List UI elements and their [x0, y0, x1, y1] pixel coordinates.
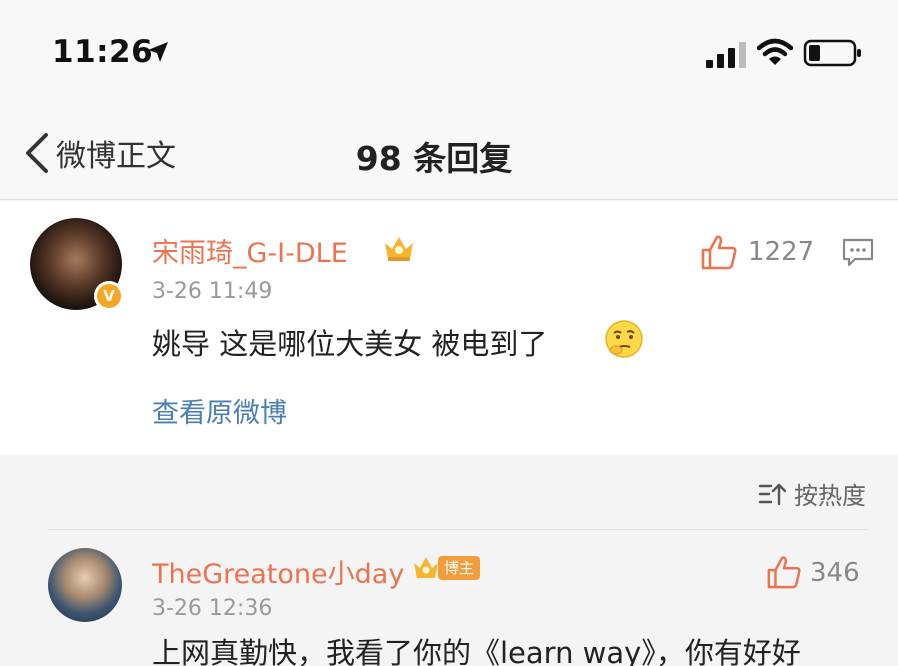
comment-username[interactable]: 宋雨琦_G-I-DLE — [152, 231, 348, 270]
reply-text: 上网真勤快，我看了你的《learn way》，你有好好 — [152, 636, 801, 666]
comment-icon[interactable] — [842, 238, 874, 268]
wifi-icon — [757, 38, 793, 65]
reply-item: TheGreatone小day 博主 3-26 12:36 上网真勤快，我看了你… — [0, 530, 898, 666]
sort-icon — [758, 483, 786, 505]
comment-timestamp: 3-26 11:49 — [152, 279, 273, 304]
avatar[interactable] — [48, 548, 122, 622]
reply-username[interactable]: TheGreatone小day — [152, 552, 404, 591]
thumbs-up-icon[interactable] — [700, 233, 738, 271]
comment-text: 姚导 这是哪位大美女 被电到了 — [152, 327, 548, 361]
location-arrow-icon — [148, 42, 168, 62]
battery-icon — [803, 39, 861, 67]
sort-label: 按热度 — [794, 482, 866, 510]
crown-icon — [414, 557, 438, 578]
crown-icon — [385, 237, 413, 261]
like-count: 1227 — [748, 237, 815, 267]
thumbs-up-icon[interactable] — [766, 554, 802, 590]
like-count: 346 — [810, 558, 860, 588]
page-title: 98 条回复 — [355, 139, 513, 178]
verified-badge: V — [94, 281, 124, 311]
status-bar: 11:26 — [0, 0, 898, 106]
author-badge: 博主 — [438, 556, 481, 580]
view-original-link[interactable]: 查看原微博 — [152, 391, 287, 430]
navigation-bar: 微博正文 98 条回复 — [0, 106, 898, 200]
signal-icon — [706, 42, 746, 68]
reply-timestamp: 3-26 12:36 — [152, 596, 273, 621]
thinking-emoji-icon — [605, 320, 643, 358]
sort-by-popularity-button[interactable]: 按热度 — [758, 476, 866, 511]
sort-row: 按热度 — [0, 456, 898, 528]
status-time: 11:26 — [52, 34, 154, 70]
main-comment: V 宋雨琦_G-I-DLE 3-26 11:49 姚导 这是哪位大美女 被电到了… — [0, 201, 898, 455]
